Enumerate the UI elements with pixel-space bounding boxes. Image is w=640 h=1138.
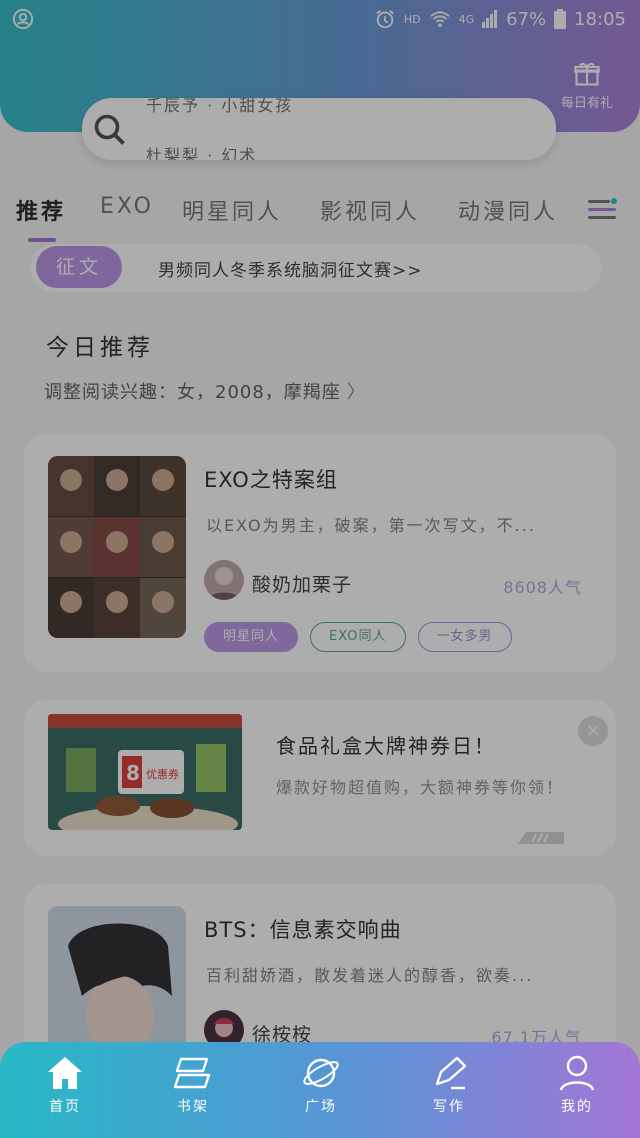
search-icon [94,114,125,145]
home-screen: HD 4G 67% 18:05 每日有礼 千辰予 · 小甜女孩 杜梨梨 · 幻术… [0,0,640,1138]
home-icon [48,1057,82,1089]
book-card[interactable]: EXO之特案组 以EXO为男主，破案，第一次写文，不... 酸奶加栗子 8608… [24,434,616,672]
nav-profile-label: 我的 [561,1099,593,1115]
ad-title: 食品礼盒大牌神券日！ [276,734,496,758]
nav-home[interactable]: 首页 [20,1054,110,1116]
section-title: 今日推荐 [46,335,154,361]
daily-gift-button[interactable]: 每日有礼 [552,60,622,111]
nav-profile[interactable]: 我的 [532,1054,622,1116]
search-bar[interactable]: 千辰予 · 小甜女孩 杜梨梨 · 幻术 [82,98,556,160]
close-icon[interactable]: × [578,716,608,746]
reading-interest-text: 调整阅读兴趣：女，2008，摩羯座 [44,382,341,403]
book-title: EXO之特案组 [204,468,338,492]
nav-square[interactable]: 广场 [276,1054,366,1116]
book-description: 百利甜娇酒，散发着迷人的醇香，欲奏... [206,966,534,985]
tag-one-female-multiple-males[interactable]: 一女多男 [417,622,512,652]
clock: 18:05 [574,8,626,30]
tab-star-fanfic[interactable]: 明星同人 [182,194,282,226]
popularity-count: 8608人气 [503,578,582,597]
book-description: 以EXO为男主，破案，第一次写文，不... [206,516,536,535]
bookshelf-icon [173,1057,211,1089]
ad-description: 爆款好物超值购，大额神券等你领！ [276,778,565,797]
nav-write[interactable]: 写作 [404,1054,494,1116]
contest-tag: 征文 [36,246,122,288]
category-menu-icon[interactable] [586,194,618,226]
tag-star-fanfic[interactable]: 明星同人 [204,622,299,652]
bottom-navigation: 首页 书架 广场 写作 我的 [0,1042,640,1138]
ad-image: 8 优惠券 [48,714,242,830]
tab-film-fanfic[interactable]: 影视同人 [320,194,420,226]
tab-exo[interactable]: EXO [100,194,154,219]
ad-mark-icon [518,832,564,844]
gift-icon [574,62,600,86]
search-hint-bottom: 杜梨梨 · 幻术 [146,146,258,160]
tab-anime-fanfic[interactable]: 动漫同人 [458,194,558,226]
contest-text: 男频同人冬季系统脑洞征文赛>> [158,261,423,281]
book-tags: 明星同人 EXO同人 一女多男 [204,622,512,652]
reading-interest-link[interactable]: 调整阅读兴趣：女，2008，摩羯座〉 [44,378,366,404]
active-tab-indicator [28,238,56,242]
battery-percent: 67% [506,8,547,30]
nav-bookshelf-label: 书架 [177,1099,209,1115]
account-circle-icon [12,8,34,30]
pen-icon [435,1056,467,1090]
hd-indicator: HD [403,12,421,26]
nav-home-label: 首页 [49,1099,81,1115]
nav-write-label: 写作 [433,1099,465,1115]
nav-bookshelf[interactable]: 书架 [148,1054,238,1116]
search-hint-top: 千辰予 · 小甜女孩 [146,98,294,115]
network-type: 4G [458,12,475,26]
user-icon [559,1055,595,1091]
book-title: BTS：信息素交响曲 [204,918,402,942]
signal-icon [482,10,498,28]
ad-image-coupon-text: 优惠券 [146,767,179,781]
chevron-right-icon: 〉 [346,382,366,403]
daily-gift-label: 每日有礼 [560,96,613,111]
author-name: 酸奶加栗子 [252,574,353,596]
author-avatar [204,560,244,600]
book-cover [48,456,186,638]
wifi-icon [429,11,450,28]
ad-image-big-number: 8 [126,761,140,785]
nav-square-label: 广场 [305,1099,337,1115]
alarm-icon [376,10,394,29]
ad-card[interactable]: 8 优惠券 食品礼盒大牌神券日！ 爆款好物超值购，大额神券等你领！ × [24,700,616,856]
tag-exo-fanfic[interactable]: EXO同人 [310,622,406,652]
status-bar: HD 4G 67% 18:05 [0,0,640,40]
tab-recommend[interactable]: 推荐 [16,194,66,226]
contest-banner[interactable]: 征文 男频同人冬季系统脑洞征文赛>> [30,244,602,292]
battery-icon [554,9,567,29]
planet-icon [303,1058,339,1088]
